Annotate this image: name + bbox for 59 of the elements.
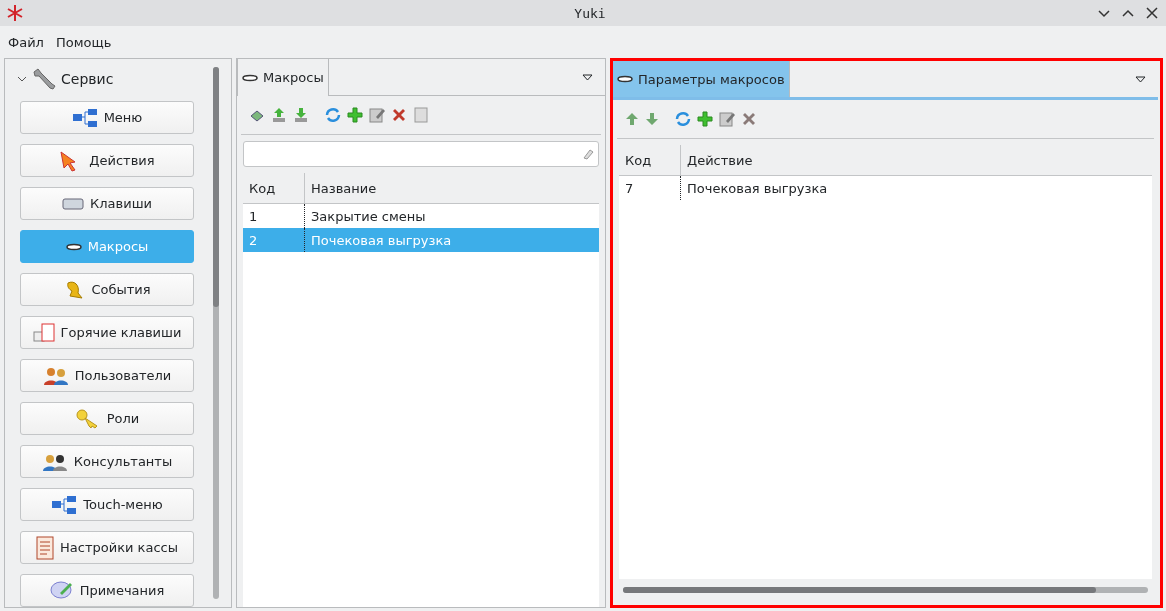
- tray-down-icon[interactable]: [293, 107, 309, 123]
- macro-icon: [617, 75, 633, 83]
- chevron-down-icon[interactable]: [17, 76, 27, 82]
- sidebar-button[interactable]: Touch-меню: [20, 488, 194, 521]
- plus-icon[interactable]: [697, 111, 713, 127]
- filter-field[interactable]: [243, 141, 599, 167]
- edit-icon[interactable]: [369, 107, 385, 123]
- copy-icon[interactable]: [413, 107, 429, 123]
- table-cell-text: Почековая выгрузка: [310, 231, 453, 250]
- sidebar-button[interactable]: Действия: [20, 144, 194, 177]
- column-header[interactable]: Название: [305, 173, 599, 203]
- column-header[interactable]: Код: [243, 173, 305, 203]
- diagram-icon: [71, 107, 98, 128]
- delete-icon[interactable]: [741, 111, 757, 127]
- keyboard-icon: [62, 195, 84, 212]
- arrow-down-icon[interactable]: [645, 112, 659, 126]
- dropdown-triangle-icon[interactable]: [582, 73, 593, 81]
- window-title: Yuki: [573, 5, 607, 21]
- sidebar-button[interactable]: Пользователи: [20, 359, 194, 392]
- menu-item[interactable]: Файл: [8, 34, 44, 50]
- tray-up-icon[interactable]: [271, 107, 287, 123]
- sidebar-button[interactable]: Настройки кассы: [20, 531, 194, 564]
- refresh-icon[interactable]: [675, 111, 691, 127]
- scrollbar[interactable]: [213, 67, 219, 599]
- snowflake-icon: [6, 4, 24, 22]
- close-icon[interactable]: [1144, 5, 1160, 21]
- column-header[interactable]: Действие: [681, 145, 1152, 175]
- document-list-icon: [36, 535, 55, 560]
- users-icon: [42, 365, 69, 386]
- clear-icon[interactable]: [582, 148, 594, 160]
- scrollbar[interactable]: [623, 587, 1148, 593]
- sidebar-button[interactable]: Горячие клавиши: [20, 316, 194, 349]
- wrench-icon: [31, 68, 57, 90]
- sidebar-button[interactable]: События: [20, 273, 194, 306]
- hotkey-icon: [32, 322, 55, 343]
- edit-icon[interactable]: [719, 111, 735, 127]
- sidebar-button[interactable]: Консультанты: [20, 445, 194, 478]
- macro-icon: [242, 73, 258, 82]
- menu-item[interactable]: Помощь: [55, 34, 112, 50]
- group-label: Сервис: [61, 71, 114, 87]
- table-cell-text: Закрытие смены: [310, 207, 427, 226]
- table-cell: 2: [243, 228, 305, 252]
- column-header[interactable]: Код: [619, 145, 681, 175]
- macro-icon: [65, 242, 82, 251]
- sidebar-button[interactable]: Примечания: [20, 574, 194, 607]
- panel-tab[interactable]: Макросы: [237, 59, 329, 96]
- table-cell-text: Почековая выгрузка: [686, 179, 829, 198]
- dropdown-triangle-icon[interactable]: [1135, 75, 1146, 83]
- arrow-up-icon[interactable]: [625, 112, 639, 126]
- refresh-icon[interactable]: [325, 107, 341, 123]
- sidebar-button[interactable]: Меню: [20, 101, 194, 134]
- tree-group[interactable]: Сервис: [17, 67, 205, 91]
- delete-icon[interactable]: [391, 107, 407, 123]
- table-cell: 7: [619, 176, 681, 200]
- diagram-icon: [51, 494, 78, 515]
- panel-tab[interactable]: Параметры макросов: [613, 61, 790, 97]
- sidebar-button[interactable]: Клавиши: [20, 187, 194, 220]
- plus-icon[interactable]: [347, 107, 363, 123]
- sidebar-button[interactable]: Роли: [20, 402, 194, 435]
